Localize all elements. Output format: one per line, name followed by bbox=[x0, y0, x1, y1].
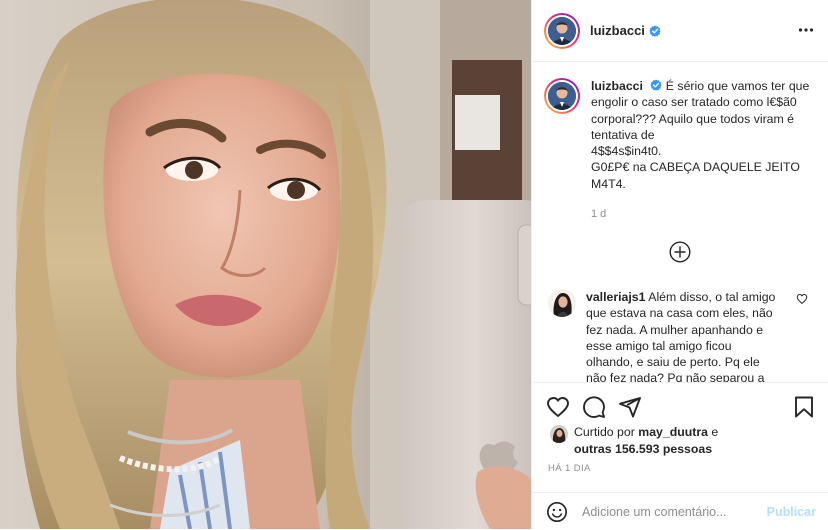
action-bar bbox=[546, 395, 818, 419]
commenter-avatar[interactable] bbox=[548, 289, 576, 317]
caption-line: 4$$4s$in4t0. bbox=[591, 144, 662, 159]
post-caption: luizbacci É sério que vamos ter que engo… bbox=[544, 78, 816, 222]
add-comment-bar: Publicar bbox=[532, 492, 828, 530]
post-side-panel: luizbacci luizbacci É sério que vamos te… bbox=[531, 0, 828, 529]
caption-line: engolir o caso ser tratado como l€$ã0 bbox=[591, 95, 797, 110]
verified-badge-icon bbox=[650, 79, 662, 91]
post-header: luizbacci bbox=[532, 0, 828, 62]
likes-text: Curtido por may_duutra e outras 156.593 … bbox=[574, 425, 719, 456]
post-footer: Curtido por may_duutra e outras 156.593 … bbox=[532, 382, 828, 529]
paper-plane-icon[interactable] bbox=[618, 395, 642, 419]
caption-line: tentativa de bbox=[591, 127, 655, 142]
caption-timestamp[interactable]: 1 d bbox=[591, 206, 811, 222]
caption-username[interactable]: luizbacci bbox=[591, 79, 643, 93]
selfie-photo bbox=[0, 0, 531, 529]
person-icon bbox=[550, 425, 568, 443]
post-photo[interactable] bbox=[0, 0, 531, 529]
post-timestamp[interactable]: HÁ 1 DIA bbox=[548, 463, 591, 474]
instagram-post: luizbacci luizbacci É sério que vamos te… bbox=[0, 0, 828, 529]
more-options-icon[interactable] bbox=[798, 22, 814, 38]
caption-text: luizbacci É sério que vamos ter que engo… bbox=[591, 78, 811, 222]
comment-line: esse amigo tal amigo ficou bbox=[586, 338, 732, 353]
author-username[interactable]: luizbacci bbox=[590, 23, 645, 38]
caption-line: G0£P€ na CABEÇA DAQUELE JEITO bbox=[591, 160, 800, 175]
profile-photo-avatar bbox=[548, 16, 576, 45]
person-icon bbox=[548, 289, 576, 317]
liker-username[interactable]: may_duutra bbox=[638, 425, 708, 439]
verified-badge-icon bbox=[649, 25, 661, 37]
comment-line: Além disso, o tal amigo bbox=[648, 290, 776, 304]
publish-button[interactable]: Publicar bbox=[767, 505, 816, 519]
heart-icon[interactable] bbox=[546, 395, 570, 419]
likes-count-link[interactable]: outras 156.593 pessoas bbox=[574, 442, 712, 456]
caption-author-avatar[interactable] bbox=[544, 78, 580, 114]
comment-input[interactable] bbox=[582, 504, 767, 519]
person-icon bbox=[548, 82, 576, 110]
liker-avatar[interactable] bbox=[550, 425, 568, 443]
commenter-username[interactable]: valleriajs1 bbox=[586, 290, 646, 304]
person-icon bbox=[548, 16, 576, 45]
comments-section[interactable]: luizbacci É sério que vamos ter que engo… bbox=[532, 63, 828, 382]
caption-line: corporal??? Aquilo que todos viram é bbox=[591, 111, 795, 126]
caption-line: É sério que vamos ter que bbox=[665, 79, 810, 93]
comment-line: que estava na casa com eles, não bbox=[586, 306, 773, 321]
caption-line: M4T4. bbox=[591, 176, 626, 191]
profile-photo-avatar bbox=[548, 82, 576, 110]
comment-line: fez nada. A mulher apanhando e bbox=[586, 322, 764, 337]
plus-circle-icon[interactable] bbox=[669, 241, 691, 263]
author-avatar[interactable] bbox=[544, 12, 580, 49]
comment-text: valleriajs1 Além disso, o tal amigo que … bbox=[586, 289, 794, 382]
bookmark-icon[interactable] bbox=[792, 395, 816, 419]
comment-line: olhando, e saiu de perto. Pq ele bbox=[586, 355, 760, 370]
comment-item: valleriajs1 Além disso, o tal amigo que … bbox=[548, 289, 820, 382]
comment-icon[interactable] bbox=[582, 395, 606, 419]
emoji-icon[interactable] bbox=[546, 501, 568, 523]
likes-summary: Curtido por may_duutra e outras 156.593 … bbox=[550, 424, 718, 457]
comment-line: não fez nada? Pq não separou a bbox=[586, 371, 765, 382]
heart-icon[interactable] bbox=[796, 293, 808, 305]
